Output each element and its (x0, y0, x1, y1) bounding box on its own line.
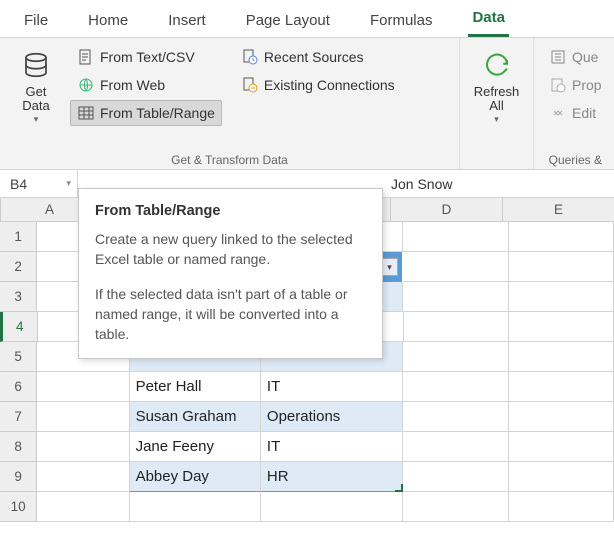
table-cell-name[interactable]: Susan Graham (130, 402, 261, 432)
filter-dropdown-button[interactable]: ▾ (380, 258, 398, 276)
table-icon (77, 104, 95, 122)
cell[interactable] (37, 432, 129, 462)
cell[interactable] (509, 342, 614, 372)
recent-sources-label: Recent Sources (264, 49, 364, 65)
properties-icon (549, 76, 567, 94)
refresh-all-label: Refresh All (474, 85, 520, 114)
col-header-D[interactable]: D (391, 198, 503, 222)
cell[interactable] (509, 402, 614, 432)
refresh-all-button[interactable]: Refresh All ▾ (469, 44, 525, 150)
tab-formulas[interactable]: Formulas (366, 12, 437, 37)
cell[interactable] (403, 222, 508, 252)
existing-connections-label: Existing Connections (264, 77, 395, 93)
row-header[interactable]: 8 (0, 432, 37, 462)
cell[interactable] (509, 222, 614, 252)
group-label-queries: Queries & (542, 150, 609, 167)
row-header[interactable]: 3 (0, 282, 37, 312)
cell[interactable] (130, 492, 261, 522)
existing-connections-button[interactable]: Existing Connections (234, 72, 402, 98)
name-box[interactable]: B4 (0, 170, 78, 197)
table-cell-name[interactable]: Abbey Day (130, 462, 261, 492)
from-table-range-label: From Table/Range (100, 105, 215, 121)
from-table-range-button[interactable]: From Table/Range (70, 100, 222, 126)
cell[interactable] (403, 432, 508, 462)
from-text-csv-button[interactable]: From Text/CSV (70, 44, 222, 70)
dropdown-icon: ▾ (34, 114, 39, 125)
tab-page-layout[interactable]: Page Layout (242, 12, 334, 37)
cell[interactable] (261, 492, 404, 522)
get-data-button[interactable]: Get Data ▾ (8, 44, 64, 150)
cell[interactable] (404, 312, 509, 342)
tab-file[interactable]: File (20, 12, 52, 37)
row-header[interactable]: 1 (0, 222, 37, 252)
queries-connections-button[interactable]: Que (542, 44, 609, 70)
cell[interactable] (37, 372, 129, 402)
tooltip-title: From Table/Range (95, 203, 366, 219)
tooltip-text: Create a new query linked to the selecte… (95, 229, 366, 270)
row-header[interactable]: 7 (0, 402, 37, 432)
edit-links-button[interactable]: Edit (542, 100, 609, 126)
cell[interactable] (509, 372, 614, 402)
tab-data[interactable]: Data (468, 9, 509, 37)
row-header[interactable]: 10 (0, 492, 37, 522)
row-header[interactable]: 9 (0, 462, 37, 492)
cell[interactable] (509, 432, 614, 462)
cell[interactable] (37, 402, 129, 432)
cell[interactable] (37, 462, 129, 492)
properties-button[interactable]: Prop (542, 72, 609, 98)
table-cell-dept[interactable]: IT (261, 372, 404, 402)
edit-links-icon (549, 104, 567, 122)
group-label-get-transform: Get & Transform Data (8, 150, 451, 167)
database-icon (19, 48, 53, 82)
cell[interactable] (509, 462, 614, 492)
cell[interactable] (509, 252, 614, 282)
table-cell-dept[interactable]: HR (261, 462, 404, 492)
cell[interactable] (403, 402, 508, 432)
tooltip-from-table-range: From Table/Range Create a new query link… (78, 188, 383, 359)
cell[interactable] (509, 492, 614, 522)
row-header[interactable]: 4 (0, 312, 38, 342)
tab-home[interactable]: Home (84, 12, 132, 37)
queries-label: Que (572, 49, 598, 65)
tooltip-text: If the selected data isn't part of a tab… (95, 284, 366, 345)
cell[interactable] (509, 312, 614, 342)
queries-icon (549, 48, 567, 66)
table-cell-name[interactable]: Jane Feeny (130, 432, 261, 462)
connections-icon (241, 76, 259, 94)
text-file-icon (77, 48, 95, 66)
dropdown-icon: ▾ (494, 114, 499, 125)
edit-links-label: Edit (572, 105, 596, 121)
from-web-button[interactable]: From Web (70, 72, 222, 98)
properties-label: Prop (572, 77, 602, 93)
globe-icon (77, 76, 95, 94)
refresh-icon (480, 48, 514, 82)
row-header[interactable]: 5 (0, 342, 37, 372)
cell[interactable] (509, 282, 614, 312)
cell[interactable] (403, 492, 508, 522)
table-cell-dept[interactable]: IT (261, 432, 404, 462)
tab-insert[interactable]: Insert (164, 12, 210, 37)
cell[interactable] (403, 462, 508, 492)
cell[interactable] (403, 372, 508, 402)
row-header[interactable]: 2 (0, 252, 37, 282)
from-text-csv-label: From Text/CSV (100, 49, 195, 65)
formula-bar[interactable]: Jon Snow (383, 170, 614, 197)
cell[interactable] (403, 342, 508, 372)
cell[interactable] (37, 492, 129, 522)
get-data-label: Get Data (22, 85, 49, 114)
cell[interactable] (403, 252, 508, 282)
clock-file-icon (241, 48, 259, 66)
table-cell-dept[interactable]: Operations (261, 402, 404, 432)
row-header[interactable]: 6 (0, 372, 37, 402)
recent-sources-button[interactable]: Recent Sources (234, 44, 402, 70)
from-web-label: From Web (100, 77, 165, 93)
col-header-E[interactable]: E (503, 198, 614, 222)
table-cell-name[interactable]: Peter Hall (130, 372, 261, 402)
cell[interactable] (403, 282, 508, 312)
